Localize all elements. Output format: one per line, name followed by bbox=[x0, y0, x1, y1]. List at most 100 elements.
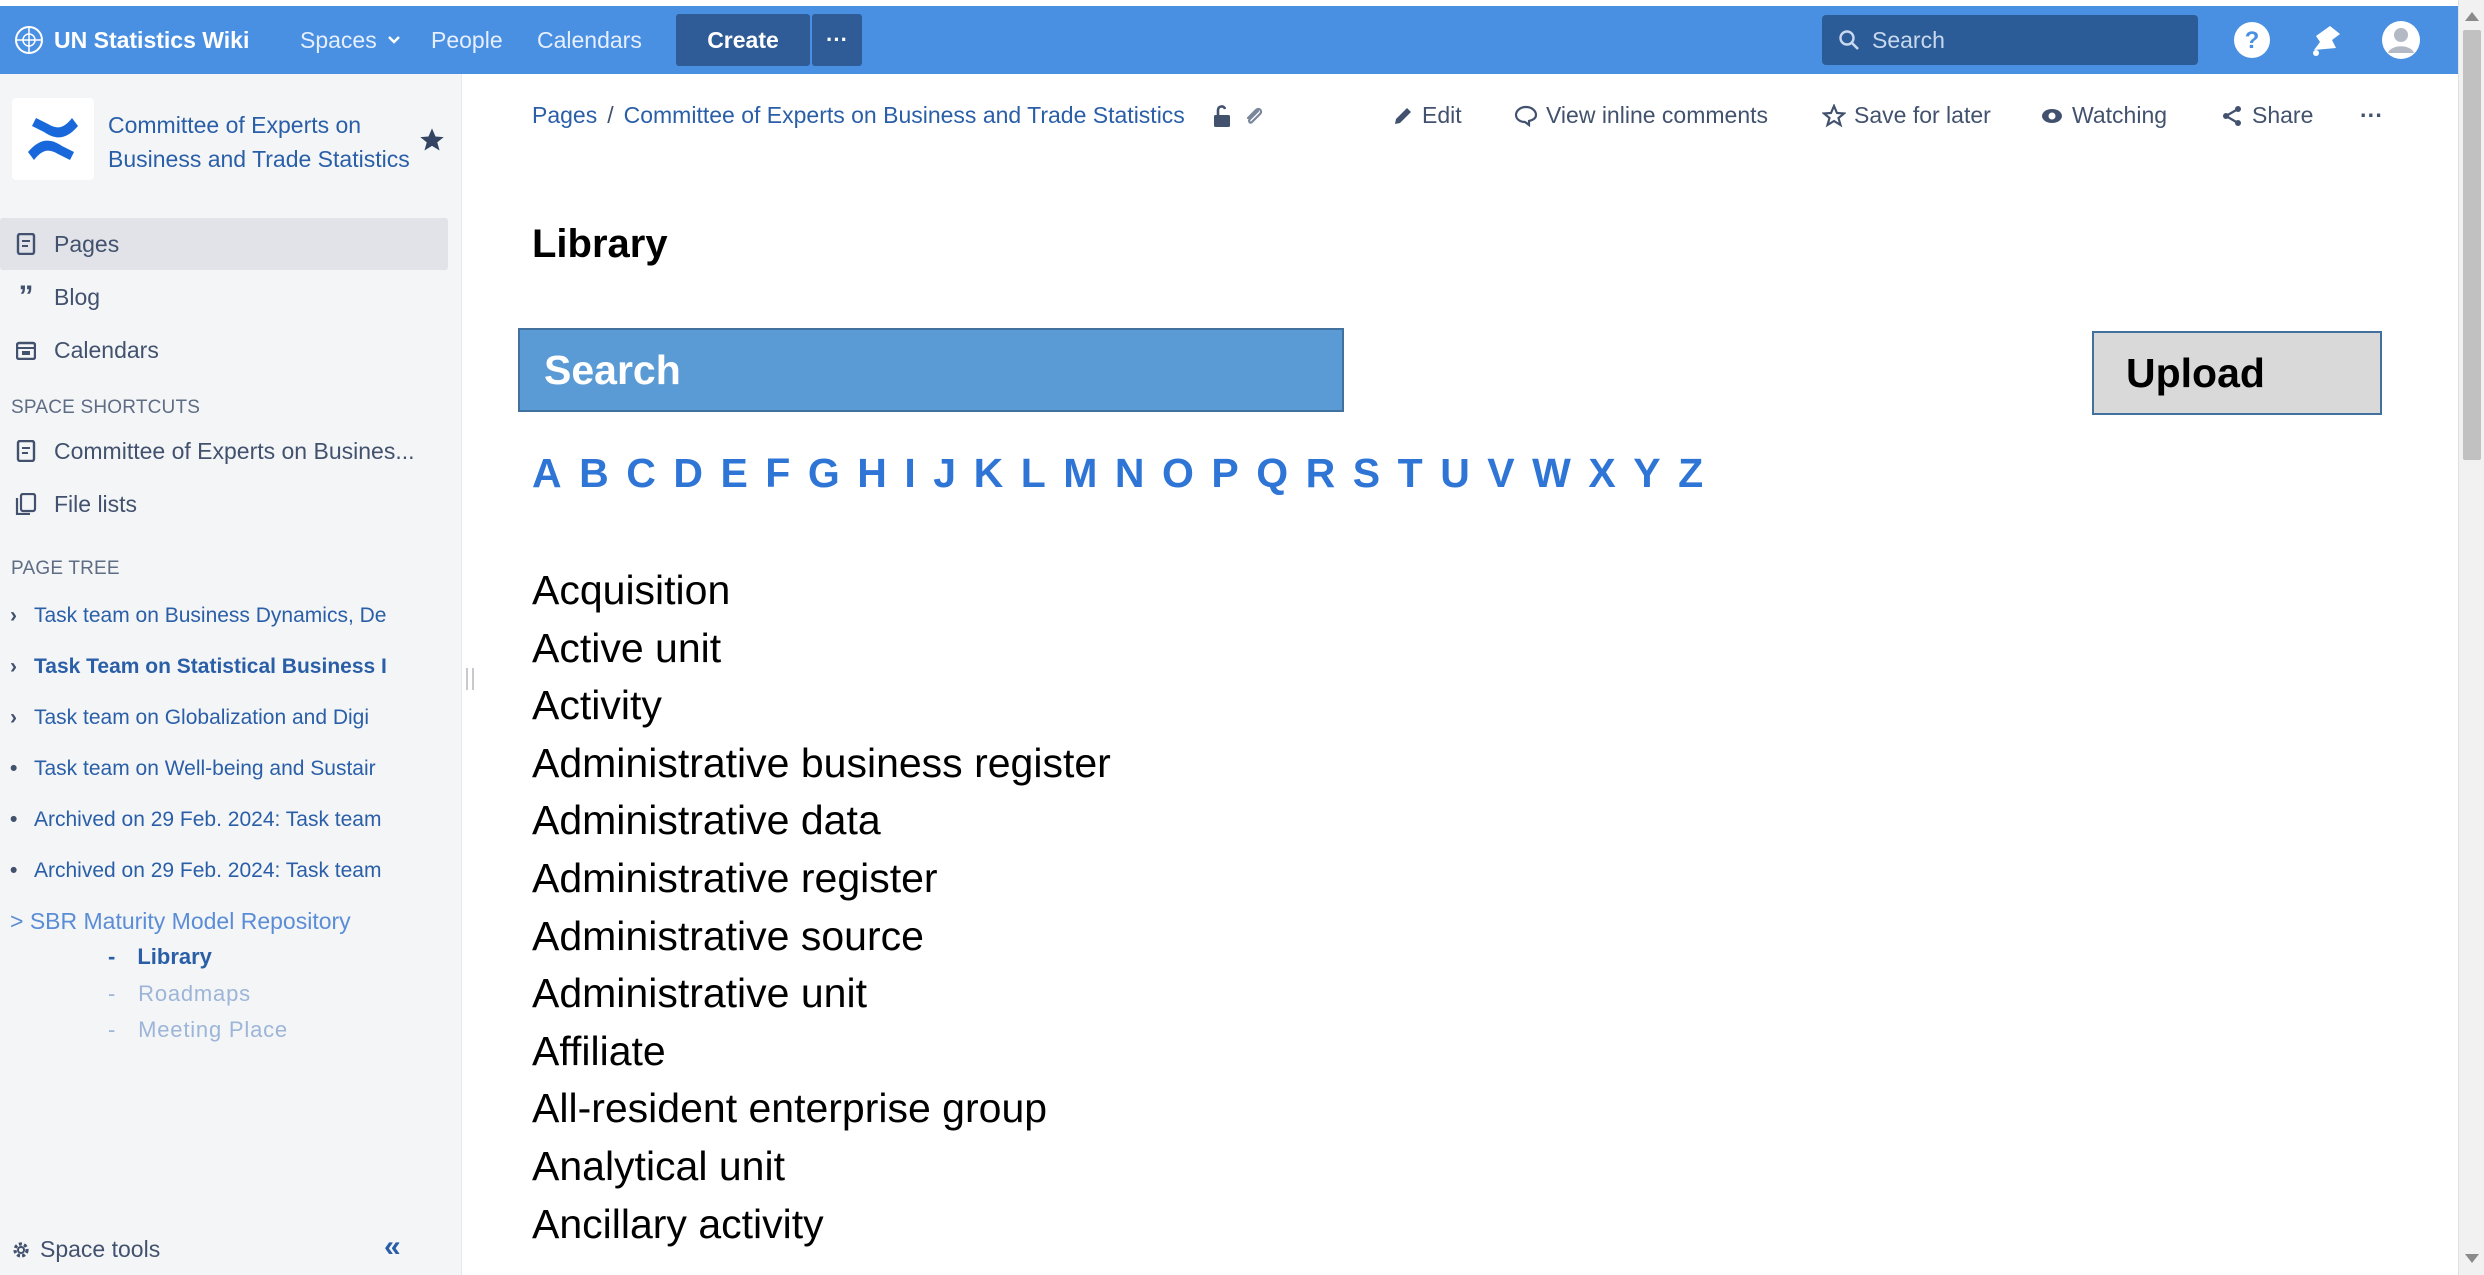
page-icon bbox=[14, 232, 38, 256]
alphabet-letter-link[interactable]: B bbox=[579, 450, 609, 497]
tree-item[interactable]: › Task team on Globalization and Digi bbox=[10, 706, 418, 730]
library-search-button[interactable]: Search bbox=[518, 328, 1344, 412]
page-tree-heading: PAGE TREE bbox=[11, 558, 120, 579]
top-navigation-bar: UN Statistics Wiki Spaces People Calenda… bbox=[0, 6, 2458, 74]
alphabet-letter-link[interactable]: I bbox=[904, 450, 915, 497]
help-icon[interactable]: ? bbox=[2232, 20, 2272, 60]
alphabet-letter-link[interactable]: X bbox=[1588, 450, 1615, 497]
chevron-down-icon bbox=[387, 36, 400, 44]
create-more-button[interactable]: ··· bbox=[812, 14, 862, 66]
alphabet-letter-link[interactable]: M bbox=[1063, 450, 1097, 497]
sidebar-item-label: Calendars bbox=[54, 336, 159, 363]
alphabet-letter-link[interactable]: G bbox=[808, 450, 840, 497]
bullet-icon: • bbox=[10, 808, 18, 831]
breadcrumb-parent[interactable]: Committee of Experts on Business and Tra… bbox=[624, 102, 1185, 129]
save-for-later-button[interactable]: Save for later bbox=[1822, 102, 1991, 129]
sub-item-label: Library bbox=[137, 944, 212, 969]
alphabet-letter-link[interactable]: E bbox=[720, 450, 747, 497]
sub-item-label: Meeting Place bbox=[138, 1017, 288, 1042]
alphabet-letter-link[interactable]: H bbox=[857, 450, 887, 497]
user-avatar-icon[interactable] bbox=[2381, 20, 2421, 60]
collapse-sidebar-icon[interactable]: « bbox=[384, 1230, 401, 1264]
tree-item[interactable]: • Archived on 29 Feb. 2024: Task team bbox=[10, 808, 418, 832]
scroll-down-arrow-icon[interactable] bbox=[2465, 1254, 2479, 1263]
sidebar-item-label: Blog bbox=[54, 283, 101, 310]
nav-people[interactable]: People bbox=[431, 6, 503, 74]
alphabet-letter-link[interactable]: S bbox=[1353, 450, 1380, 497]
search-input[interactable]: Search bbox=[1822, 15, 2198, 65]
sidebar-resize-handle[interactable] bbox=[466, 668, 474, 690]
alphabet-letter-link[interactable]: P bbox=[1211, 450, 1238, 497]
space-logo[interactable] bbox=[12, 98, 94, 180]
alphabet-letter-link[interactable]: J bbox=[933, 450, 956, 497]
watching-button[interactable]: Watching bbox=[2040, 102, 2167, 129]
alphabet-letter-link[interactable]: N bbox=[1115, 450, 1145, 497]
share-button[interactable]: Share bbox=[2220, 102, 2313, 129]
more-actions-button[interactable]: ··· bbox=[2360, 102, 2383, 129]
shortcut-committee-page[interactable]: Committee of Experts on Busines... bbox=[0, 425, 448, 477]
sub-item-library[interactable]: - Library bbox=[108, 944, 212, 970]
sidebar-item-calendars[interactable]: Calendars bbox=[0, 324, 448, 376]
alphabet-letter-link[interactable]: Y bbox=[1633, 450, 1660, 497]
nav-spaces[interactable]: Spaces bbox=[300, 6, 401, 74]
alphabet-letter-link[interactable]: Q bbox=[1256, 450, 1288, 497]
alphabet-letter-link[interactable]: W bbox=[1532, 450, 1571, 497]
alphabet-letter-link[interactable]: R bbox=[1306, 450, 1336, 497]
tree-item[interactable]: • Task team on Well-being and Sustair bbox=[10, 757, 418, 781]
alphabet-letter-link[interactable]: C bbox=[626, 450, 656, 497]
tree-item[interactable]: › Task team on Business Dynamics, De bbox=[10, 604, 418, 628]
breadcrumb-pages[interactable]: Pages bbox=[532, 102, 597, 129]
bullet-icon: • bbox=[10, 757, 18, 780]
share-label: Share bbox=[2252, 102, 2314, 128]
expand-chevron-icon[interactable]: › bbox=[10, 604, 34, 628]
edit-button[interactable]: Edit bbox=[1392, 102, 1462, 129]
alphabet-letter-link[interactable]: F bbox=[765, 450, 790, 497]
sidebar-item-pages[interactable]: Pages bbox=[0, 218, 448, 270]
sidebar-item-label: Pages bbox=[54, 230, 120, 257]
nav-calendars[interactable]: Calendars bbox=[537, 6, 642, 74]
app-brand[interactable]: UN Statistics Wiki bbox=[14, 6, 249, 74]
view-inline-comments-button[interactable]: View inline comments bbox=[1514, 102, 1768, 129]
space-name-link[interactable]: Committee of Experts on Business and Tra… bbox=[108, 108, 418, 176]
nav-calendars-label: Calendars bbox=[537, 26, 642, 53]
star-icon[interactable] bbox=[418, 126, 446, 154]
file-list-icon bbox=[14, 492, 38, 516]
page-scrollbar[interactable] bbox=[2458, 0, 2484, 1275]
scroll-up-arrow-icon[interactable] bbox=[2465, 12, 2479, 21]
alphabet-letter-link[interactable]: O bbox=[1162, 450, 1194, 497]
alphabet-letter-link[interactable]: K bbox=[974, 450, 1004, 497]
alphabet-letter-link[interactable]: Z bbox=[1678, 450, 1703, 497]
alphabet-letter-link[interactable]: V bbox=[1487, 450, 1514, 497]
shortcut-file-lists[interactable]: File lists bbox=[0, 478, 448, 530]
alphabet-letter-link[interactable]: T bbox=[1398, 450, 1423, 497]
unlock-icon[interactable] bbox=[1211, 104, 1233, 128]
page-icon bbox=[14, 439, 38, 463]
space-tools-button[interactable]: Space tools bbox=[10, 1236, 160, 1263]
tree-item[interactable]: • Archived on 29 Feb. 2024: Task team bbox=[10, 859, 418, 883]
bullet-icon: • bbox=[10, 859, 18, 882]
alphabet-letter-link[interactable]: U bbox=[1440, 450, 1470, 497]
expand-chevron-icon[interactable]: › bbox=[10, 655, 34, 679]
tree-item[interactable]: › Task Team on Statistical Business I bbox=[10, 655, 418, 679]
calendar-icon bbox=[14, 338, 38, 362]
term-list: Acquisition Active unit Activity Administra… bbox=[532, 562, 1111, 1253]
attachment-icon[interactable] bbox=[1243, 104, 1265, 128]
share-icon bbox=[2223, 105, 2241, 126]
scrollbar-thumb[interactable] bbox=[2463, 30, 2481, 460]
sub-item-roadmaps[interactable]: - Roadmaps bbox=[108, 981, 251, 1007]
term-list-item: Activity bbox=[532, 682, 662, 729]
comment-icon bbox=[1514, 105, 1538, 127]
expand-chevron-icon[interactable]: › bbox=[10, 706, 34, 730]
create-button[interactable]: Create bbox=[676, 14, 810, 66]
sidebar-item-blog[interactable]: ” Blog bbox=[0, 271, 448, 323]
alphabet-letter-link[interactable]: L bbox=[1021, 450, 1046, 497]
sbr-repository-link[interactable]: > SBR Maturity Model Repository bbox=[10, 908, 351, 935]
term-list-item: Administrative unit bbox=[532, 970, 867, 1017]
alphabet-letter-link[interactable]: D bbox=[673, 450, 703, 497]
alphabet-letter-link[interactable]: A bbox=[532, 450, 562, 497]
confluence-logo-icon bbox=[28, 118, 78, 160]
upload-button[interactable]: Upload bbox=[2092, 331, 2382, 415]
sub-item-meeting-place[interactable]: - Meeting Place bbox=[108, 1017, 288, 1043]
nav-spaces-label: Spaces bbox=[300, 26, 377, 53]
notifications-icon[interactable] bbox=[2306, 20, 2346, 60]
